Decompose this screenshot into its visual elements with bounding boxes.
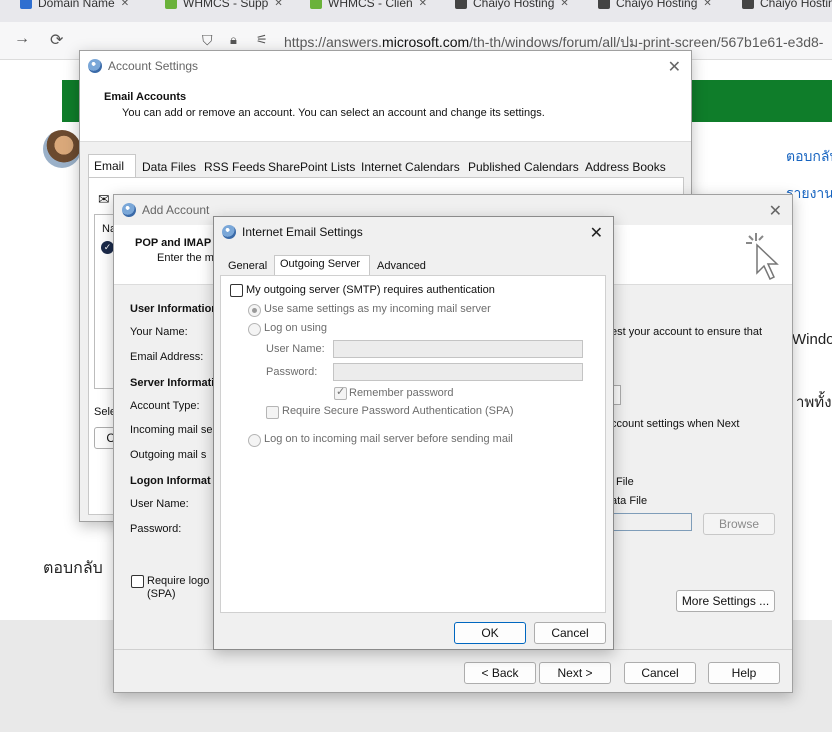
data-file-path-input[interactable] bbox=[611, 513, 692, 531]
your-name-label: Your Name: bbox=[130, 326, 188, 338]
tab-outgoing-server[interactable]: Outgoing Server bbox=[280, 258, 360, 270]
whmcs-favicon-icon bbox=[310, 0, 322, 9]
more-settings-button[interactable]: More Settings ... bbox=[676, 590, 775, 612]
password-label: Password: bbox=[266, 366, 318, 378]
smtp-auth-label: My outgoing server (SMTP) requires authe… bbox=[246, 284, 495, 296]
tab-published-calendars[interactable]: Published Calendars bbox=[468, 160, 579, 174]
outlook-app-icon bbox=[88, 59, 102, 73]
remember-password-label: Remember password bbox=[349, 387, 454, 399]
log-on-using-label: Log on using bbox=[264, 322, 327, 334]
outgoing-server-label: Outgoing mail s bbox=[130, 449, 207, 461]
user-name-input[interactable] bbox=[333, 340, 583, 358]
browser-tab[interactable]: Chaiyo Hosting bbox=[742, 0, 832, 14]
close-icon[interactable]: ✕ bbox=[668, 57, 681, 77]
email-accounts-desc: You can add or remove an account. You ca… bbox=[122, 107, 545, 119]
tab-email[interactable]: Email bbox=[94, 159, 124, 173]
new-data-file-text: File bbox=[616, 476, 634, 488]
close-tab-icon[interactable]: ✕ bbox=[274, 0, 282, 9]
existing-data-file-text: ata File bbox=[611, 495, 648, 507]
browser-tab[interactable]: Chaiyo Hosting ✕ bbox=[598, 0, 712, 14]
browser-tab-strip: Domain Name ✕ WHMCS - Supp ✕ WHMCS - Cli… bbox=[0, 0, 832, 22]
require-spa-label: Require Secure Password Authentication (… bbox=[282, 405, 514, 417]
password-input[interactable] bbox=[333, 363, 583, 381]
reply-label: ตอบกลับ bbox=[43, 560, 103, 577]
log-on-incoming-label: Log on to incoming mail server before se… bbox=[264, 433, 513, 445]
log-on-using-radio[interactable] bbox=[248, 323, 261, 336]
require-logon-label: Require logo bbox=[147, 575, 210, 587]
page-text-windows: Window bbox=[792, 331, 832, 348]
email-address-label: Email Address: bbox=[130, 351, 204, 363]
logon-information-heading: Logon Informat bbox=[130, 475, 211, 487]
domain-favicon-icon bbox=[20, 0, 32, 9]
browse-button[interactable]: Browse bbox=[703, 513, 775, 535]
require-logon-checkbox[interactable] bbox=[131, 575, 144, 588]
pop-imap-heading: POP and IMAP bbox=[135, 237, 212, 249]
outlook-app-icon bbox=[222, 225, 236, 239]
close-icon[interactable]: ✕ bbox=[769, 201, 782, 221]
next-button[interactable]: Next > bbox=[539, 662, 611, 684]
reply-link[interactable]: ตอบกลับ bbox=[786, 146, 832, 168]
require-spa-checkbox[interactable] bbox=[266, 406, 279, 419]
incoming-server-label: Incoming mail se bbox=[130, 424, 213, 436]
user-name-label: User Name: bbox=[130, 498, 189, 510]
tab-data-files[interactable]: Data Files bbox=[142, 160, 196, 174]
hosting-favicon-icon bbox=[742, 0, 754, 9]
cancel-button[interactable]: Cancel bbox=[624, 662, 696, 684]
test-account-text: est your account to ensure that bbox=[611, 326, 763, 338]
internet-email-settings-titlebar: Internet Email Settings bbox=[214, 217, 613, 247]
back-button[interactable]: < Back bbox=[464, 662, 536, 684]
browser-tab[interactable]: WHMCS - Clien ✕ bbox=[310, 0, 427, 14]
use-same-settings-radio[interactable] bbox=[248, 304, 261, 317]
account-type-label: Account Type: bbox=[130, 400, 200, 412]
close-tab-icon[interactable]: ✕ bbox=[560, 0, 568, 9]
browser-tab[interactable]: Chaiyo Hosting ✕ bbox=[455, 0, 569, 14]
tab-internet-calendars[interactable]: Internet Calendars bbox=[361, 160, 460, 174]
new-account-icon[interactable]: ✉ bbox=[98, 191, 110, 208]
server-information-heading: Server Informati bbox=[130, 377, 215, 389]
site-permissions-icon[interactable]: ⚟ bbox=[256, 32, 268, 48]
tab-sharepoint-lists[interactable]: SharePoint Lists bbox=[268, 160, 355, 174]
tab-address-books[interactable]: Address Books bbox=[585, 160, 666, 174]
pop-imap-subheading: Enter the m bbox=[157, 252, 214, 264]
log-on-incoming-radio[interactable] bbox=[248, 434, 261, 447]
tab-general[interactable]: General bbox=[228, 260, 267, 272]
user-name-label: User Name: bbox=[266, 343, 325, 355]
remember-password-checkbox[interactable] bbox=[334, 385, 347, 400]
password-label: Password: bbox=[130, 523, 182, 535]
close-tab-icon[interactable]: ✕ bbox=[703, 0, 711, 9]
smtp-auth-checkbox[interactable] bbox=[230, 284, 243, 297]
close-icon[interactable]: ✕ bbox=[590, 223, 603, 243]
hosting-favicon-icon bbox=[455, 0, 467, 9]
lock-icon[interactable]: 🔒︎ bbox=[230, 32, 237, 48]
outlook-app-icon bbox=[122, 203, 136, 217]
email-accounts-heading: Email Accounts bbox=[104, 91, 187, 103]
use-same-settings-label: Use same settings as my incoming mail se… bbox=[264, 303, 491, 315]
forward-arrow-icon[interactable]: → bbox=[14, 30, 30, 48]
test-on-next-text: ccount settings when Next bbox=[611, 418, 740, 430]
cursor-sparkle-icon bbox=[746, 233, 779, 281]
browser-tab[interactable]: Domain Name ✕ bbox=[20, 0, 129, 14]
hosting-favicon-icon bbox=[598, 0, 610, 9]
ok-button[interactable]: OK bbox=[454, 622, 526, 644]
tab-advanced[interactable]: Advanced bbox=[377, 260, 426, 272]
avatar bbox=[43, 130, 81, 168]
shield-icon[interactable]: ⛉ bbox=[202, 32, 213, 49]
internet-email-settings-dialog: Internet Email Settings ✕ General Outgoi… bbox=[213, 216, 614, 650]
close-tab-icon[interactable]: ✕ bbox=[419, 0, 427, 9]
require-logon-spa-label: (SPA) bbox=[147, 588, 176, 600]
account-settings-titlebar: Account Settings bbox=[80, 51, 691, 81]
close-tab-icon[interactable]: ✕ bbox=[121, 0, 129, 9]
tab-rss-feeds[interactable]: RSS Feeds bbox=[204, 160, 265, 174]
whmcs-favicon-icon bbox=[165, 0, 177, 9]
page-text-thai: าพทั้งห bbox=[796, 394, 832, 411]
browser-tab[interactable]: WHMCS - Supp ✕ bbox=[165, 0, 283, 14]
help-button[interactable]: Help bbox=[708, 662, 780, 684]
reload-icon[interactable]: ⟳ bbox=[50, 30, 63, 50]
cancel-button[interactable]: Cancel bbox=[534, 622, 606, 644]
user-information-heading: User Information bbox=[130, 303, 219, 315]
